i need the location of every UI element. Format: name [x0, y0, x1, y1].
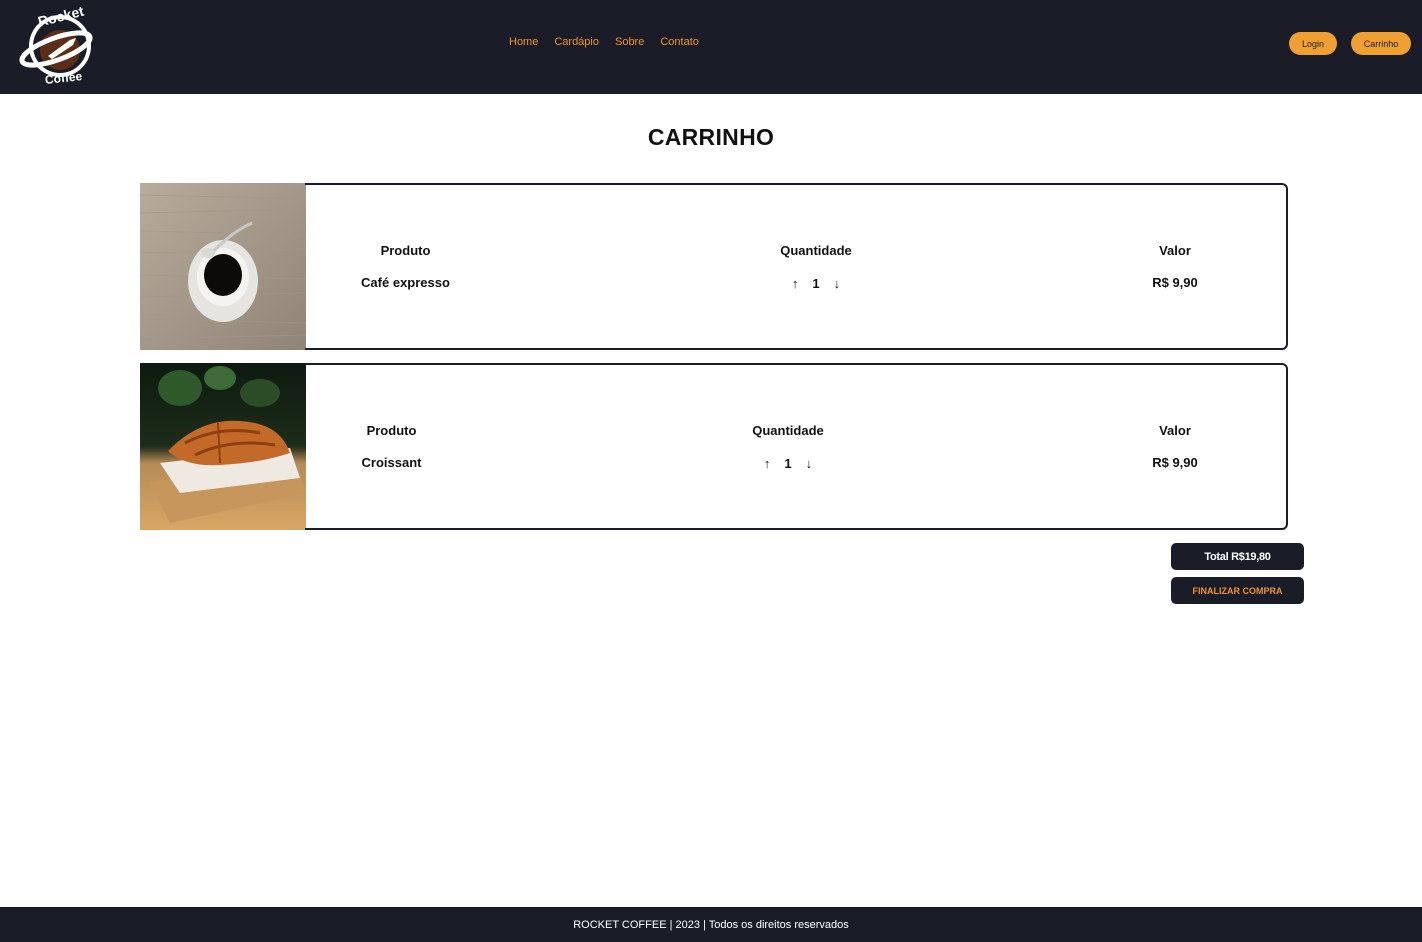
page-footer: ROCKET COFFEE | 2023 | Todos os direitos… [0, 907, 1422, 942]
arrow-down-icon[interactable]: ↓ [834, 276, 841, 291]
finalize-purchase-button[interactable]: FINALIZAR COMPRA [1171, 577, 1304, 604]
product-header: Produto [366, 423, 417, 438]
product-column: Produto Café expresso [305, 242, 506, 292]
cart-item-details: Produto Café expresso Quantidade ↑ 1 ↓ V… [305, 183, 1288, 350]
croissant-image [140, 363, 306, 530]
nav-link-sobre[interactable]: Sobre [615, 36, 644, 48]
cart-item: Produto Café expresso Quantidade ↑ 1 ↓ V… [140, 183, 1288, 350]
quantity-header: Quantidade [780, 243, 852, 258]
product-name: Croissant [361, 455, 422, 470]
quantity-value: 1 [812, 275, 820, 291]
rocket-coffee-logo[interactable]: Rocket Coffee [18, 4, 98, 86]
nav-link-home[interactable]: Home [509, 36, 538, 48]
quantity-column: Quantidade ↑ 1 ↓ [716, 242, 916, 292]
quantity-stepper: ↑ 1 ↓ [716, 274, 916, 292]
cart-total: Total R$19,80 [1171, 543, 1304, 570]
value-header: Valor [1159, 243, 1191, 258]
product-column: Produto Croissant [305, 422, 478, 472]
cart-button[interactable]: Carrinho [1351, 32, 1411, 55]
cart-item-details: Produto Croissant Quantidade ↑ 1 ↓ Valor… [305, 363, 1288, 530]
quantity-stepper: ↑ 1 ↓ [688, 454, 888, 472]
login-button[interactable]: Login [1289, 32, 1337, 55]
value-column: Valor R$ 9,90 [1125, 242, 1225, 292]
value-column: Valor R$ 9,90 [1125, 422, 1225, 472]
quantity-header: Quantidade [752, 423, 824, 438]
product-price: R$ 9,90 [1152, 275, 1198, 290]
nav-link-cardapio[interactable]: Cardápio [554, 36, 599, 48]
page-title: CARRINHO [647, 124, 775, 150]
arrow-up-icon[interactable]: ↑ [764, 456, 771, 471]
value-header: Valor [1159, 423, 1191, 438]
product-header: Produto [380, 243, 431, 258]
product-price: R$ 9,90 [1152, 455, 1198, 470]
arrow-up-icon[interactable]: ↑ [792, 276, 799, 291]
nav-link-contato[interactable]: Contato [660, 36, 699, 48]
espresso-image [140, 183, 306, 350]
main-nav: Home Cardápio Sobre Contato [509, 36, 699, 48]
top-navbar: Rocket Coffee Home Cardápio Sobre Contat… [0, 0, 1422, 94]
product-name: Café expresso [361, 275, 450, 290]
logo-text-bottom: Coffee [44, 69, 83, 86]
cart-item: Produto Croissant Quantidade ↑ 1 ↓ Valor… [140, 363, 1288, 530]
quantity-value: 1 [784, 455, 792, 471]
arrow-down-icon[interactable]: ↓ [806, 456, 813, 471]
footer-text: ROCKET COFFEE | 2023 | Todos os direitos… [573, 918, 849, 931]
quantity-column: Quantidade ↑ 1 ↓ [688, 422, 888, 472]
